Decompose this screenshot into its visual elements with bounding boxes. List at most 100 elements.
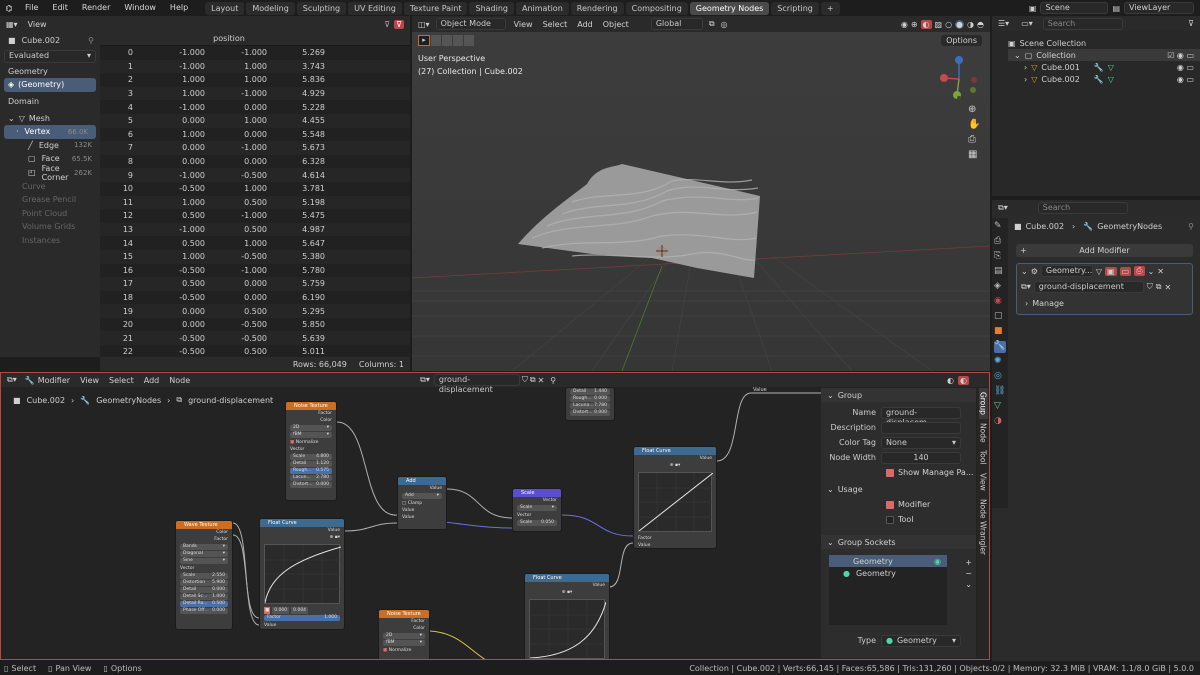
- viewport-menu-object[interactable]: Object: [603, 20, 629, 29]
- tool-checkbox[interactable]: [886, 515, 894, 524]
- zoom-icon[interactable]: ⊕: [329, 534, 333, 541]
- tab-uv-editing[interactable]: UV Editing: [348, 1, 402, 15]
- curve-options-icon[interactable]: ▪▾: [675, 462, 680, 469]
- menu-help[interactable]: Help: [163, 0, 195, 16]
- select-new-icon[interactable]: [431, 35, 441, 46]
- tab-modeling[interactable]: Modeling: [246, 1, 295, 15]
- view-layer-tab-icon[interactable]: ▤: [994, 266, 1006, 278]
- group-name-field[interactable]: ground-displacem...: [881, 406, 961, 427]
- collection-label[interactable]: Collection: [1036, 51, 1076, 60]
- side-tab-node-wrangler[interactable]: Node Wrangler: [979, 495, 988, 559]
- view-layer-icon[interactable]: ▤: [1112, 4, 1120, 13]
- node-float-curve-3[interactable]: Float Curve Value ⊕ ▪▾: [524, 573, 610, 659]
- rendered-shading-icon[interactable]: ◓: [977, 20, 984, 29]
- select-subtract-icon[interactable]: [453, 35, 463, 46]
- group-panel-header[interactable]: Group: [838, 391, 862, 400]
- column-header-position[interactable]: position: [133, 34, 325, 43]
- node-noise-texture-2[interactable]: Noise Texture Factor Color 2D ▾ fBM ▾ ■ No…: [378, 609, 430, 659]
- node-noise-texture[interactable]: Noise Texture Factor Color 2D ▾ fBM ▾ ■ No…: [285, 401, 337, 501]
- viewport-display-icon[interactable]: ▭: [1119, 266, 1132, 276]
- color-tag-dropdown[interactable]: None ▾: [881, 436, 961, 449]
- domain-instances[interactable]: Instances: [22, 236, 60, 245]
- scene-icon[interactable]: ▣: [1029, 4, 1037, 13]
- menu-file[interactable]: File: [18, 0, 45, 16]
- node-group-field[interactable]: ground-displacement: [1033, 281, 1144, 293]
- object-tab-icon[interactable]: ■: [994, 326, 1006, 338]
- edit-mode-icon[interactable]: ▽: [1096, 267, 1102, 276]
- socket-menu-icon[interactable]: ⌄: [965, 580, 972, 589]
- evaluated-dropdown[interactable]: Evaluated ▾: [4, 49, 96, 63]
- collapse-icon[interactable]: ⌄: [1021, 267, 1028, 276]
- viewport-options[interactable]: Options: [941, 35, 982, 46]
- pin-icon[interactable]: ⚲: [1188, 222, 1194, 231]
- domain-vertex[interactable]: · Vertex 66.0K: [4, 124, 96, 139]
- node-vector-scale[interactable]: Scale Vector Scale ▾ Vector Scale 0.050: [512, 488, 562, 532]
- tab-sculpting[interactable]: Sculpting: [296, 1, 347, 15]
- socket-type-dropdown[interactable]: ● Geometry ▾: [881, 634, 961, 647]
- xray-icon[interactable]: ▨: [935, 20, 943, 29]
- render-tab-icon[interactable]: ⎙: [994, 236, 1006, 248]
- node-tree-icon[interactable]: ⧉▾: [1021, 282, 1031, 292]
- remove-socket-icon[interactable]: −: [965, 569, 972, 578]
- dropdown-icon[interactable]: ⌄: [1148, 267, 1155, 276]
- modifier-name-field[interactable]: Geometry...: [1040, 265, 1093, 277]
- fake-user-icon[interactable]: ⛉: [1147, 282, 1153, 292]
- pin-icon[interactable]: ⚲: [88, 36, 94, 45]
- view-layer-selector[interactable]: ViewLayer: [1124, 2, 1194, 14]
- overlay-icon[interactable]: ◐: [958, 375, 969, 385]
- socket-geometry-input[interactable]: ● Geometry: [829, 567, 947, 579]
- outliner-editor-icon[interactable]: ☰▾: [998, 19, 1009, 28]
- menu-render[interactable]: Render: [75, 0, 117, 16]
- scene-tab-icon[interactable]: ◈: [994, 281, 1006, 293]
- physics-tab-icon[interactable]: ◎: [994, 371, 1006, 383]
- material-shading-icon[interactable]: ◑: [967, 20, 974, 29]
- data-tab-icon[interactable]: ▽: [994, 401, 1006, 413]
- particles-tab-icon[interactable]: ✺: [994, 356, 1006, 368]
- outliner-display-icon[interactable]: ▭▾: [1021, 19, 1033, 28]
- scene-selector[interactable]: Scene: [1040, 2, 1109, 14]
- zoom-icon[interactable]: ⊕: [562, 589, 566, 596]
- add-modifier-button[interactable]: + Add Modifier: [1016, 244, 1193, 257]
- viewport-menu-view[interactable]: View: [514, 20, 533, 29]
- spreadsheet-view-menu[interactable]: View: [28, 20, 47, 29]
- expand-icon[interactable]: ⌄: [8, 114, 15, 123]
- solid-shading-icon[interactable]: ●: [955, 19, 965, 29]
- backdrop-icon[interactable]: ◐: [947, 376, 954, 385]
- proportional-edit-icon[interactable]: ◎: [721, 20, 728, 29]
- material-tab-icon[interactable]: ◑: [994, 416, 1006, 428]
- description-field[interactable]: [881, 421, 961, 434]
- socket-geometry-output[interactable]: Geometry ◉: [829, 555, 947, 567]
- domain-volume-grids[interactable]: Volume Grids: [22, 222, 75, 231]
- constraints-tab-icon[interactable]: ⛓: [994, 386, 1006, 398]
- properties-search[interactable]: Search: [1037, 201, 1128, 214]
- node-editor[interactable]: ⧉▾ 🔧 Modifier View Select Add Node ⧉▾ gr…: [0, 372, 990, 660]
- group-sockets-header[interactable]: Group Sockets: [838, 538, 896, 547]
- wireframe-shading-icon[interactable]: ○: [945, 20, 952, 29]
- tab-geometry-nodes[interactable]: Geometry Nodes: [689, 1, 770, 15]
- unlink-icon[interactable]: ✕: [1164, 283, 1171, 292]
- tab-rendering[interactable]: Rendering: [570, 1, 624, 15]
- expand-icon[interactable]: ›: [1025, 299, 1028, 308]
- outliner-cube-002[interactable]: Cube.002: [1041, 75, 1079, 84]
- outliner-search[interactable]: Search: [1042, 17, 1123, 30]
- usage-header[interactable]: Usage: [838, 485, 863, 494]
- duplicate-icon[interactable]: ⧉: [1156, 282, 1162, 292]
- world-tab-icon[interactable]: ◉: [994, 296, 1006, 308]
- modifier-tab-icon[interactable]: 🔧: [994, 341, 1006, 353]
- tool-tab-icon[interactable]: ✎: [994, 221, 1006, 233]
- domain-point-cloud[interactable]: Point Cloud: [22, 209, 67, 218]
- domain-edge[interactable]: ╱ Edge 132K: [0, 139, 100, 153]
- viewport-menu-add[interactable]: Add: [577, 20, 593, 29]
- pan-hand-icon[interactable]: ✋: [968, 119, 980, 130]
- close-icon[interactable]: ✕: [1157, 267, 1164, 276]
- tab-layout[interactable]: Layout: [205, 1, 245, 15]
- tab-shading[interactable]: Shading: [469, 1, 514, 15]
- geometry-item[interactable]: (Geometry): [18, 80, 64, 89]
- select-extend-icon[interactable]: [442, 35, 452, 46]
- menu-window[interactable]: Window: [117, 0, 163, 16]
- menu-edit[interactable]: Edit: [45, 0, 75, 16]
- domain-face-corner[interactable]: ◰ Face Corner 262K: [0, 164, 100, 182]
- tab-compositing[interactable]: Compositing: [625, 1, 688, 15]
- tab-scripting[interactable]: Scripting: [771, 1, 819, 15]
- domain-grease-pencil[interactable]: Grease Pencil: [22, 195, 76, 204]
